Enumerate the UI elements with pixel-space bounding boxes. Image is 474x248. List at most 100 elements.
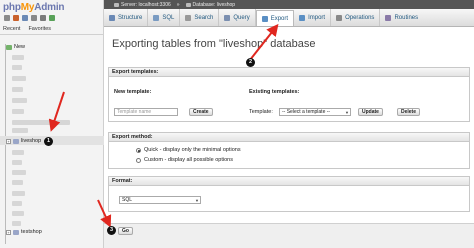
template-name-input[interactable]: Template name xyxy=(114,108,178,116)
tab-label: SQL xyxy=(162,14,175,21)
tab-label: Routines xyxy=(394,14,419,21)
tab-search[interactable]: Search xyxy=(180,9,220,26)
query-icon[interactable] xyxy=(22,15,28,21)
quick-icons-bar xyxy=(4,15,55,21)
blurred-db-entry xyxy=(12,160,22,165)
tree-item-testshop[interactable]: + testshop xyxy=(6,229,42,235)
phpmyadmin-logo[interactable]: phpMyAdmin xyxy=(3,2,65,13)
tab-import[interactable]: Import xyxy=(294,9,332,26)
tab-label: Query xyxy=(233,14,250,21)
custom-radio[interactable] xyxy=(136,158,141,163)
reload-icon[interactable] xyxy=(49,15,55,21)
server-icon xyxy=(114,2,119,7)
blurred-db-entry xyxy=(12,76,26,81)
database-icon xyxy=(13,138,19,144)
sql-icon xyxy=(153,14,160,21)
step-badge-3: 3 xyxy=(107,226,116,235)
blurred-db-entry xyxy=(12,221,21,226)
quick-option-label[interactable]: Quick - display only the minimal options xyxy=(144,147,241,153)
breadcrumb-database[interactable]: Database: liveshop xyxy=(185,1,236,8)
tab-export[interactable]: Export xyxy=(255,10,295,26)
database-text: Database: liveshop xyxy=(192,1,236,8)
database-icon xyxy=(185,2,191,7)
tree-item-new[interactable]: New xyxy=(6,44,25,50)
tab-label: Export xyxy=(270,15,289,22)
blurred-db-entry xyxy=(12,201,22,206)
blurred-db-entry xyxy=(12,120,70,125)
tab-query[interactable]: Query xyxy=(219,9,256,26)
format-select-value: SQL xyxy=(122,197,133,203)
update-button[interactable]: Update xyxy=(358,108,383,116)
breadcrumb: Server: localhost:3306 » Database: lives… xyxy=(104,0,474,9)
new-label: New xyxy=(14,44,26,50)
existing-templates-label: Existing templates: xyxy=(249,89,300,95)
format-section: Format: SQL ▼ xyxy=(108,176,470,212)
testshop-label: testshop xyxy=(21,229,42,235)
export-templates-section: Export templates: New template: Template… xyxy=(108,67,470,122)
divider xyxy=(0,34,104,35)
expand-icon[interactable]: + xyxy=(6,138,11,144)
blurred-db-entry xyxy=(12,191,25,196)
server-text: Server: localhost:3306 xyxy=(121,1,171,8)
tab-sql[interactable]: SQL xyxy=(148,9,181,26)
home-icon[interactable] xyxy=(4,15,10,21)
logo-my: My xyxy=(20,2,35,13)
template-label: Template: xyxy=(249,109,273,115)
new-db-icon xyxy=(6,44,12,50)
chevron-down-icon: ▼ xyxy=(345,110,349,115)
tab-label: Search xyxy=(194,14,214,21)
go-area: Go xyxy=(104,223,474,248)
tab-recent[interactable]: Recent xyxy=(3,26,20,33)
settings-icon[interactable] xyxy=(40,15,46,21)
new-template-label: New template: xyxy=(114,89,152,95)
logo-admin: Admin xyxy=(34,2,65,13)
tab-label: Import xyxy=(308,14,326,21)
expand-icon[interactable]: + xyxy=(6,229,11,235)
breadcrumb-server[interactable]: Server: localhost:3306 xyxy=(114,2,171,8)
tab-operations[interactable]: Operations xyxy=(331,9,381,26)
search-icon xyxy=(185,14,192,21)
export-icon xyxy=(261,15,268,22)
blurred-db-entry xyxy=(12,87,23,92)
breadcrumb-separator: » xyxy=(176,1,180,8)
routines-icon xyxy=(385,14,392,21)
step-badge-1: 1 xyxy=(44,137,53,146)
database-icon xyxy=(13,229,19,235)
go-button[interactable]: Go xyxy=(118,227,133,235)
section-heading: Format: xyxy=(109,177,469,186)
tab-routines[interactable]: Routines xyxy=(380,9,423,26)
blurred-db-entry xyxy=(12,55,24,60)
chevron-down-icon: ▼ xyxy=(195,198,199,203)
navigation-panel: phpMyAdmin Recent Favorites New + livesh… xyxy=(0,0,104,248)
blurred-db-entry xyxy=(12,109,24,114)
section-heading: Export method: xyxy=(109,133,469,142)
tab-label: Structure xyxy=(118,14,143,21)
operations-icon xyxy=(336,14,343,21)
docs-icon[interactable] xyxy=(31,15,37,21)
query-icon xyxy=(224,14,231,21)
blurred-db-entry xyxy=(12,180,23,185)
blurred-db-entry xyxy=(12,128,28,133)
step-badge-2: 2 xyxy=(246,58,255,67)
top-tabs: Structure SQL Search Query Export Import… xyxy=(104,9,474,27)
import-icon xyxy=(299,14,306,21)
logo-php: php xyxy=(3,2,21,13)
blurred-db-entry xyxy=(12,150,24,155)
blurred-db-entry xyxy=(12,98,27,103)
quick-radio[interactable] xyxy=(136,148,141,153)
template-select[interactable]: -- Select a template -- ▼ xyxy=(279,108,351,116)
template-select-value: -- Select a template -- xyxy=(282,109,331,115)
structure-icon xyxy=(109,14,115,21)
tab-label: Operations xyxy=(345,14,375,21)
page-title: Exporting tables from "liveshop" databas… xyxy=(112,38,316,50)
tab-structure[interactable]: Structure xyxy=(104,9,149,26)
delete-button[interactable]: Delete xyxy=(397,108,421,116)
tab-favorites[interactable]: Favorites xyxy=(28,26,51,33)
exit-icon[interactable] xyxy=(13,15,19,21)
blurred-db-entry xyxy=(12,211,24,216)
custom-option-label[interactable]: Custom - display all possible options xyxy=(144,157,233,163)
create-button[interactable]: Create xyxy=(189,108,213,116)
section-heading: Export templates: xyxy=(109,68,469,77)
format-select[interactable]: SQL ▼ xyxy=(119,196,201,204)
liveshop-label: liveshop xyxy=(21,138,42,144)
